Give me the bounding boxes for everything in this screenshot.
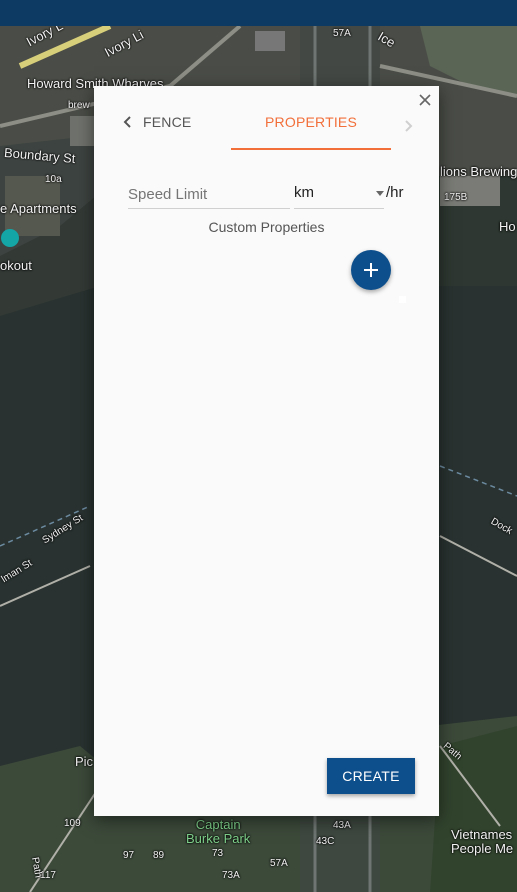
map-label: 175B [444,192,468,203]
map-label: 73A [222,870,240,881]
add-property-button[interactable] [351,250,391,290]
chevron-left-icon [120,114,138,130]
speed-unit-value: km [294,184,314,201]
app-top-bar [0,0,517,26]
map-label: 43A [333,820,351,831]
speed-unit-select[interactable]: km [294,182,384,209]
map-label: brew [68,100,90,111]
speed-limit-placeholder: Speed Limit [128,186,208,203]
map-label: 89 [153,850,165,861]
map-label: 109 [64,818,81,829]
map-label: okout [0,258,32,273]
plus-icon [364,263,378,277]
active-tab-indicator [231,148,391,150]
resize-handle [399,296,406,303]
map-label: 73 [212,848,224,859]
map-label: 10a [45,174,62,185]
map-label: Pic [75,754,94,769]
map-label: 57A [270,858,288,869]
map-label: 97 [123,850,135,861]
tab-properties-label: PROPERTIES [265,114,357,130]
map-label: e Apartments [0,201,77,216]
speed-limit-input[interactable]: Speed Limit [128,182,290,209]
map-label: 43C [316,836,335,847]
map-label: Vietnames People Me [451,827,514,856]
map-label: Ho [499,219,516,234]
map-label: Captain Burke Park [186,817,251,846]
chevron-right-icon[interactable] [400,118,416,139]
speed-unit-suffix: /hr [386,184,404,201]
tab-fence-label: FENCE [143,114,192,130]
custom-properties-title: Custom Properties [208,219,325,235]
create-button[interactable]: CREATE [327,758,415,794]
geofence-properties-dialog: FENCE PROPERTIES Speed Limit km /hr Cust… [94,86,439,816]
close-icon[interactable] [417,92,433,108]
map-label: lions Brewing [440,164,517,179]
tab-properties[interactable]: PROPERTIES [231,114,391,150]
tab-fence[interactable]: FENCE [120,114,191,150]
caret-down-icon [376,191,384,196]
map-label: 57A [333,28,351,39]
